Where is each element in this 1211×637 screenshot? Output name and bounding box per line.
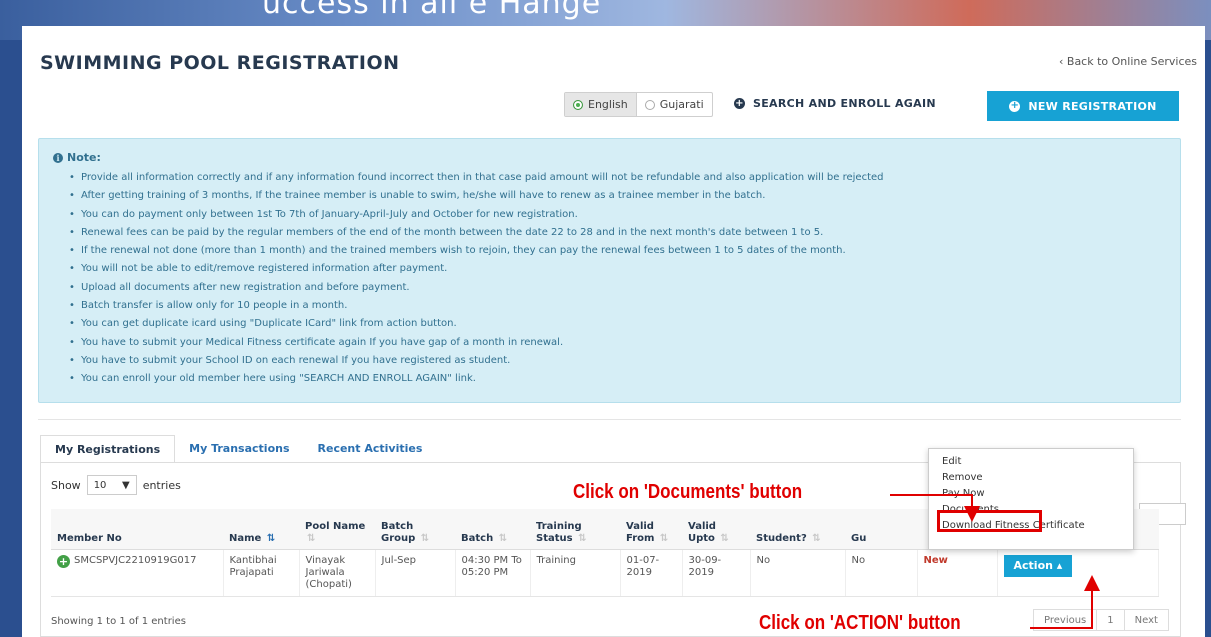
- new-registration-label: NEW REGISTRATION: [1028, 99, 1157, 113]
- action-annotation-text: Click on 'ACTION' button: [759, 612, 961, 634]
- language-toggle: English Gujarati: [564, 92, 713, 117]
- documents-annotation-text: Click on 'Documents' button: [573, 481, 803, 503]
- note-title: i Note:: [53, 151, 101, 164]
- cell-name: Kantibhai Prajapati: [223, 549, 300, 597]
- column-header-training-status[interactable]: Training Status ⇅: [530, 509, 620, 550]
- back-to-online-services-link[interactable]: ‹ Back to Online Services: [1059, 55, 1197, 68]
- language-option-english[interactable]: English: [565, 93, 637, 116]
- action-button[interactable]: Action ▴: [1003, 554, 1073, 577]
- note-item: You have to submit your Medical Fitness …: [69, 334, 884, 353]
- entries-select[interactable]: 10 ▼: [86, 475, 137, 495]
- column-header-valid-from[interactable]: Valid From ⇅: [620, 509, 682, 550]
- caret-up-icon: ▴: [1056, 558, 1063, 572]
- member-no-value: SMCSPVJC2210919G017: [74, 555, 197, 566]
- column-header-pool-name[interactable]: Pool Name ⇅: [299, 509, 375, 550]
- documents-highlight-box: [937, 510, 1042, 532]
- radio-selected-icon: [573, 99, 583, 110]
- column-header-batch[interactable]: Batch ⇅: [455, 509, 530, 550]
- pagination-page-1[interactable]: 1: [1097, 610, 1125, 630]
- section-divider: [38, 419, 1181, 420]
- note-title-label: Note:: [67, 151, 101, 164]
- note-item: You can do payment only between 1st To 7…: [69, 206, 884, 225]
- column-header-member-no[interactable]: Member No: [51, 509, 223, 550]
- cell-valid-upto: 30-09-2019: [682, 549, 751, 597]
- menu-item-pay-now[interactable]: Pay Now: [929, 486, 1133, 502]
- radio-unselected-icon: [644, 99, 655, 110]
- cell-student: No: [750, 549, 846, 597]
- note-item: You will not be able to edit/remove regi…: [69, 260, 884, 279]
- action-button-label: Action: [1013, 558, 1053, 572]
- info-icon: i: [53, 152, 63, 163]
- column-header-gu[interactable]: Gu: [845, 509, 917, 550]
- cell-training-status: Training: [530, 549, 621, 597]
- note-item: If the renewal not done (more than 1 mon…: [69, 242, 884, 261]
- plus-circle-icon: +: [1009, 100, 1021, 112]
- registration-tabs: My Registrations My Transactions Recent …: [40, 435, 436, 463]
- search-and-enroll-again-button[interactable]: + SEARCH AND ENROLL AGAIN: [734, 97, 936, 110]
- note-item: Batch transfer is allow only for 10 peop…: [69, 297, 884, 316]
- expand-row-icon[interactable]: +: [57, 554, 70, 568]
- column-header-name[interactable]: Name ⇅: [223, 509, 299, 550]
- cell-batch: 04:30 PM To 05:20 PM: [455, 549, 531, 597]
- plus-circle-icon: +: [734, 97, 745, 109]
- action-dropdown-menu: Edit Remove Pay Now Documents Download F…: [928, 448, 1134, 550]
- pagination: Previous 1 Next: [1033, 609, 1169, 631]
- cell-status: New: [917, 549, 998, 597]
- column-header-valid-upto[interactable]: Valid Upto ⇅: [682, 509, 750, 550]
- sort-icon: ⇅: [812, 532, 821, 544]
- show-label: Show: [51, 478, 81, 492]
- language-option-gujarati[interactable]: Gujarati: [637, 93, 712, 116]
- note-list: Provide all information correctly and if…: [69, 169, 884, 389]
- page-title: SWIMMING POOL REGISTRATION: [40, 52, 400, 74]
- entries-label: entries: [142, 478, 181, 492]
- note-item: Renewal fees can be paid by the regular …: [69, 224, 884, 243]
- tab-my-registrations[interactable]: My Registrations: [40, 435, 176, 463]
- cell-pool-name: Vinayak Jariwala (Chopati): [299, 549, 376, 597]
- cell-member-no: + SMCSPVJC2210919G017: [51, 549, 224, 597]
- cell-valid-from: 01-07-2019: [620, 549, 683, 597]
- sort-icon: ⇅: [307, 532, 316, 544]
- banner-text: uccess in all e Hange: [262, 0, 602, 21]
- note-box: i Note: Provide all information correctl…: [38, 138, 1181, 403]
- sort-asc-icon: ⇅: [266, 532, 276, 544]
- cell-gu: No: [845, 549, 918, 597]
- note-item: You can enroll your old member here usin…: [69, 370, 884, 389]
- show-entries-control: Show 10 ▼ entries: [51, 475, 181, 495]
- tab-recent-activities[interactable]: Recent Activities: [304, 435, 437, 463]
- note-item: Upload all documents after new registrat…: [69, 279, 884, 298]
- new-registration-button[interactable]: + NEW REGISTRATION: [987, 91, 1179, 121]
- column-header-batch-group[interactable]: Batch Group ⇅: [375, 509, 455, 550]
- menu-item-edit[interactable]: Edit: [929, 454, 1133, 470]
- status-badge: New: [923, 554, 948, 566]
- column-header-student[interactable]: Student? ⇅: [750, 509, 845, 550]
- pagination-next[interactable]: Next: [1125, 610, 1168, 630]
- entries-select-value: 10: [93, 479, 107, 491]
- sort-icon: ⇅: [578, 532, 587, 544]
- caret-down-icon: ▼: [121, 479, 130, 491]
- pagination-previous[interactable]: Previous: [1034, 610, 1098, 630]
- sort-icon: ⇅: [420, 532, 430, 544]
- note-item: You can get duplicate icard using "Dupli…: [69, 315, 884, 334]
- note-item: After getting training of 3 months, If t…: [69, 187, 884, 206]
- tab-my-transactions[interactable]: My Transactions: [175, 435, 303, 463]
- language-label-gujarati: Gujarati: [659, 98, 704, 111]
- menu-item-remove[interactable]: Remove: [929, 470, 1133, 486]
- note-item: You have to submit your School ID on eac…: [69, 352, 884, 371]
- note-item: Provide all information correctly and if…: [69, 169, 884, 188]
- search-and-enroll-again-label: SEARCH AND ENROLL AGAIN: [753, 97, 936, 110]
- cell-batch-group: Jul-Sep: [375, 549, 456, 597]
- sort-icon: ⇅: [720, 532, 729, 544]
- showing-entries-text: Showing 1 to 1 of 1 entries: [51, 616, 186, 627]
- table-row: + SMCSPVJC2210919G017 Kantibhai Prajapat…: [51, 549, 1159, 597]
- language-label-english: English: [588, 98, 628, 111]
- sort-icon: ⇅: [498, 532, 508, 544]
- cell-action: Action ▴: [997, 549, 1159, 597]
- sort-icon: ⇅: [659, 532, 669, 544]
